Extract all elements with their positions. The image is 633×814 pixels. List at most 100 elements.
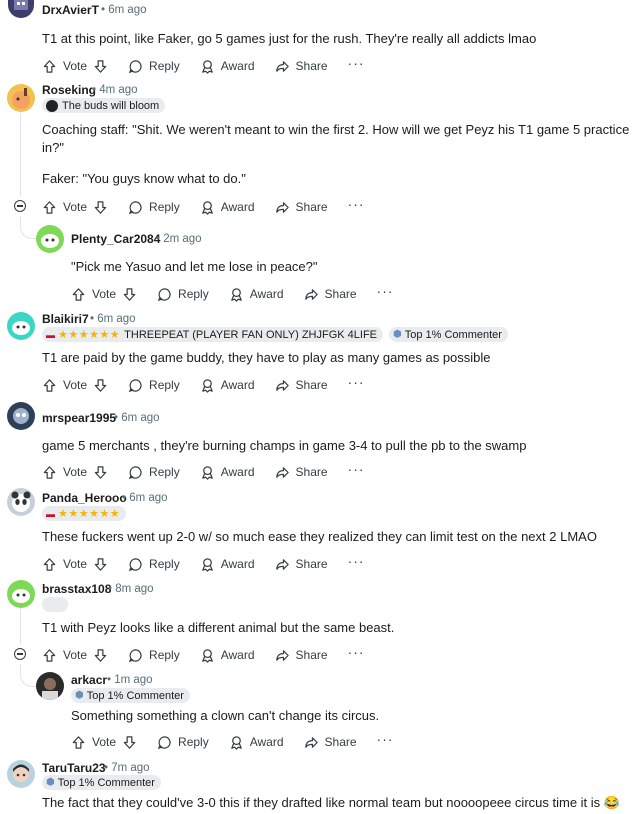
share-label: Share [295,59,328,73]
reply-button[interactable]: Reply [128,648,180,663]
vote-label: Vote [63,648,88,662]
username[interactable]: arkacr [71,673,107,687]
upvote-icon[interactable] [42,465,57,480]
share-button[interactable]: Share [275,465,328,480]
upvote-icon[interactable] [71,287,86,302]
timestamp[interactable]: • 7m ago [104,762,150,774]
award-button[interactable]: Award [200,59,255,74]
comment-bubble-icon [157,287,171,301]
more-options-button[interactable]: ··· [348,55,365,71]
comment-body: game 5 merchants , they're burning champ… [42,438,527,453]
award-label: Award [220,200,255,214]
timestamp[interactable]: • 1m ago [107,674,153,686]
downvote-icon[interactable] [93,648,108,663]
reply-button[interactable]: Reply [128,378,180,393]
upvote-icon[interactable] [42,648,57,663]
share-button[interactable]: Share [275,200,328,215]
upvote-icon[interactable] [42,557,57,572]
username[interactable]: Blaikiri7 [42,312,89,326]
avatar[interactable] [8,0,34,18]
flair-text: THREEPEAT (PLAYER FAN ONLY) ZHJFGK 4LIFE [124,328,378,341]
share-button[interactable]: Share [304,735,357,750]
username[interactable]: Plenty_Car2084 [71,232,160,246]
share-button[interactable]: Share [275,557,328,572]
collapse-thread-icon[interactable] [14,648,26,660]
top-commenter-badge: ⬢ Top 1% Commenter [71,688,190,703]
award-label: Award [249,735,284,749]
vote-label: Vote [92,287,117,301]
award-button[interactable]: Award [229,735,284,750]
downvote-icon[interactable] [122,735,137,750]
timestamp[interactable]: • 2m ago [156,233,202,245]
comment-body: in?" [42,140,64,155]
share-button[interactable]: Share [275,378,328,393]
downvote-icon[interactable] [93,59,108,74]
collapse-thread-icon[interactable] [14,200,26,212]
upvote-icon[interactable] [71,735,86,750]
comment-body: T1 are paid by the game buddy, they have… [42,350,491,365]
vote-group: Vote [42,200,108,215]
timestamp[interactable]: • 4m ago [92,84,138,96]
avatar[interactable] [7,580,35,608]
award-button[interactable]: Award [200,557,255,572]
username[interactable]: Panda_Herooo [42,491,127,505]
comment-bubble-icon [128,465,142,479]
badge-text: Top 1% Commenter [86,689,184,702]
more-options-button[interactable]: ··· [377,283,394,299]
timestamp[interactable]: • 6m ago [122,492,168,504]
upvote-icon[interactable] [42,200,57,215]
upvote-icon[interactable] [42,59,57,74]
timestamp[interactable]: • 6m ago [114,412,160,424]
reply-button[interactable]: Reply [128,59,180,74]
avatar[interactable] [7,312,35,340]
more-options-button[interactable]: ··· [348,553,365,569]
username[interactable]: DrxAvierT [42,3,99,17]
reply-button[interactable]: Reply [157,287,209,302]
downvote-icon[interactable] [93,465,108,480]
vote-group: Vote [42,59,108,74]
avatar[interactable] [36,225,64,253]
comment-body: The fact that they could've 3-0 this if … [42,795,620,810]
username[interactable]: mrspear1995 [42,411,116,425]
share-button[interactable]: Share [304,287,357,302]
username[interactable]: TaruTaru23 [42,761,106,775]
timestamp[interactable]: • 6m ago [101,4,147,16]
share-label: Share [295,465,328,479]
more-options-button[interactable]: ··· [348,461,365,477]
reply-button[interactable]: Reply [128,465,180,480]
reply-button[interactable]: Reply [128,200,180,215]
more-options-button[interactable]: ··· [348,644,365,660]
downvote-icon[interactable] [93,378,108,393]
downvote-icon[interactable] [122,287,137,302]
downvote-icon[interactable] [93,557,108,572]
more-options-button[interactable]: ··· [348,374,365,390]
award-icon [201,648,213,663]
avatar[interactable] [7,760,35,788]
avatar[interactable] [7,488,35,516]
avatar[interactable] [7,402,35,430]
award-button[interactable]: Award [200,648,255,663]
award-button[interactable]: Award [200,200,255,215]
reply-button[interactable]: Reply [157,735,209,750]
vote-label: Vote [63,557,88,571]
share-button[interactable]: Share [275,59,328,74]
timestamp[interactable]: • 8m ago [108,583,154,595]
comment-actions: Vote Reply Award Share ··· [42,55,385,76]
award-button[interactable]: Award [200,378,255,393]
avatar[interactable] [7,84,35,112]
reply-button[interactable]: Reply [128,557,180,572]
upvote-icon[interactable] [42,378,57,393]
share-button[interactable]: Share [275,648,328,663]
share-label: Share [295,648,328,662]
timestamp[interactable]: • 6m ago [90,313,136,325]
downvote-icon[interactable] [93,200,108,215]
share-label: Share [295,557,328,571]
username[interactable]: Roseking [42,83,96,97]
avatar[interactable] [36,672,64,700]
award-button[interactable]: Award [229,287,284,302]
award-button[interactable]: Award [200,465,255,480]
username[interactable]: brasstax108 [42,582,111,596]
more-options-button[interactable]: ··· [377,731,394,747]
more-options-button[interactable]: ··· [348,196,365,212]
reply-label: Reply [149,378,180,392]
